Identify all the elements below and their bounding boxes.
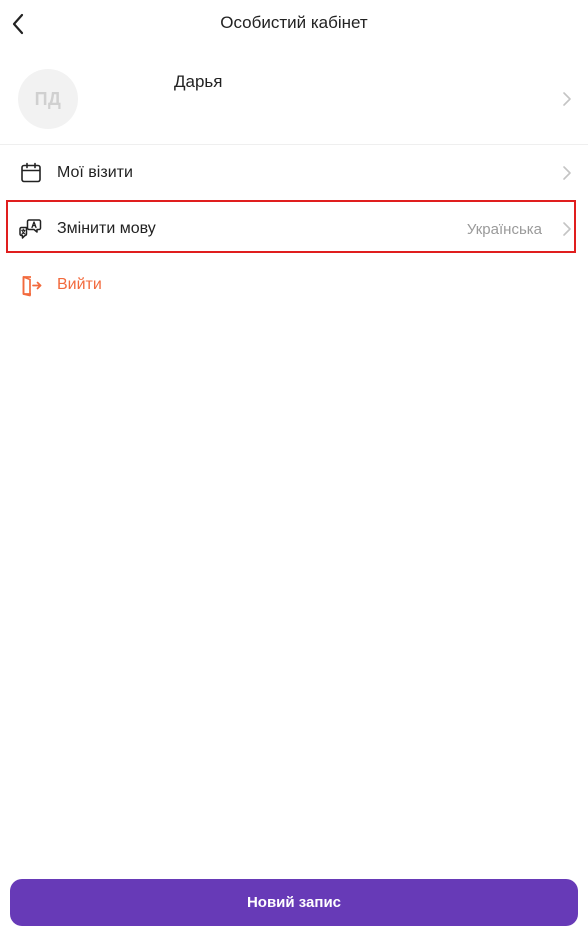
- translate-icon: [19, 219, 42, 239]
- profile-name: Дарья: [174, 72, 223, 91]
- page-title: Особистий кабінет: [220, 13, 368, 32]
- menu-item-logout[interactable]: Вийти: [0, 257, 588, 313]
- menu-item-visits[interactable]: Мої візити: [0, 145, 588, 201]
- avatar: ПД: [18, 69, 78, 129]
- menu-item-visits-label: Мої візити: [57, 164, 133, 181]
- new-booking-button[interactable]: Новий запис: [10, 879, 578, 926]
- logout-icon: [22, 276, 42, 297]
- calendar-icon: [21, 162, 41, 183]
- menu-item-language[interactable]: Змінити мову Українська: [0, 200, 588, 257]
- current-language-value: Українська: [466, 221, 542, 238]
- chevron-right-icon: [563, 92, 571, 106]
- header-bar: Особистий кабінет: [0, 0, 588, 48]
- profile-row[interactable]: ПД Дарья: [0, 55, 588, 145]
- menu-item-language-label: Змінити мову: [57, 220, 156, 237]
- menu-item-logout-label: Вийти: [57, 276, 102, 293]
- chevron-right-icon: [563, 166, 571, 180]
- chevron-right-icon: [563, 222, 571, 236]
